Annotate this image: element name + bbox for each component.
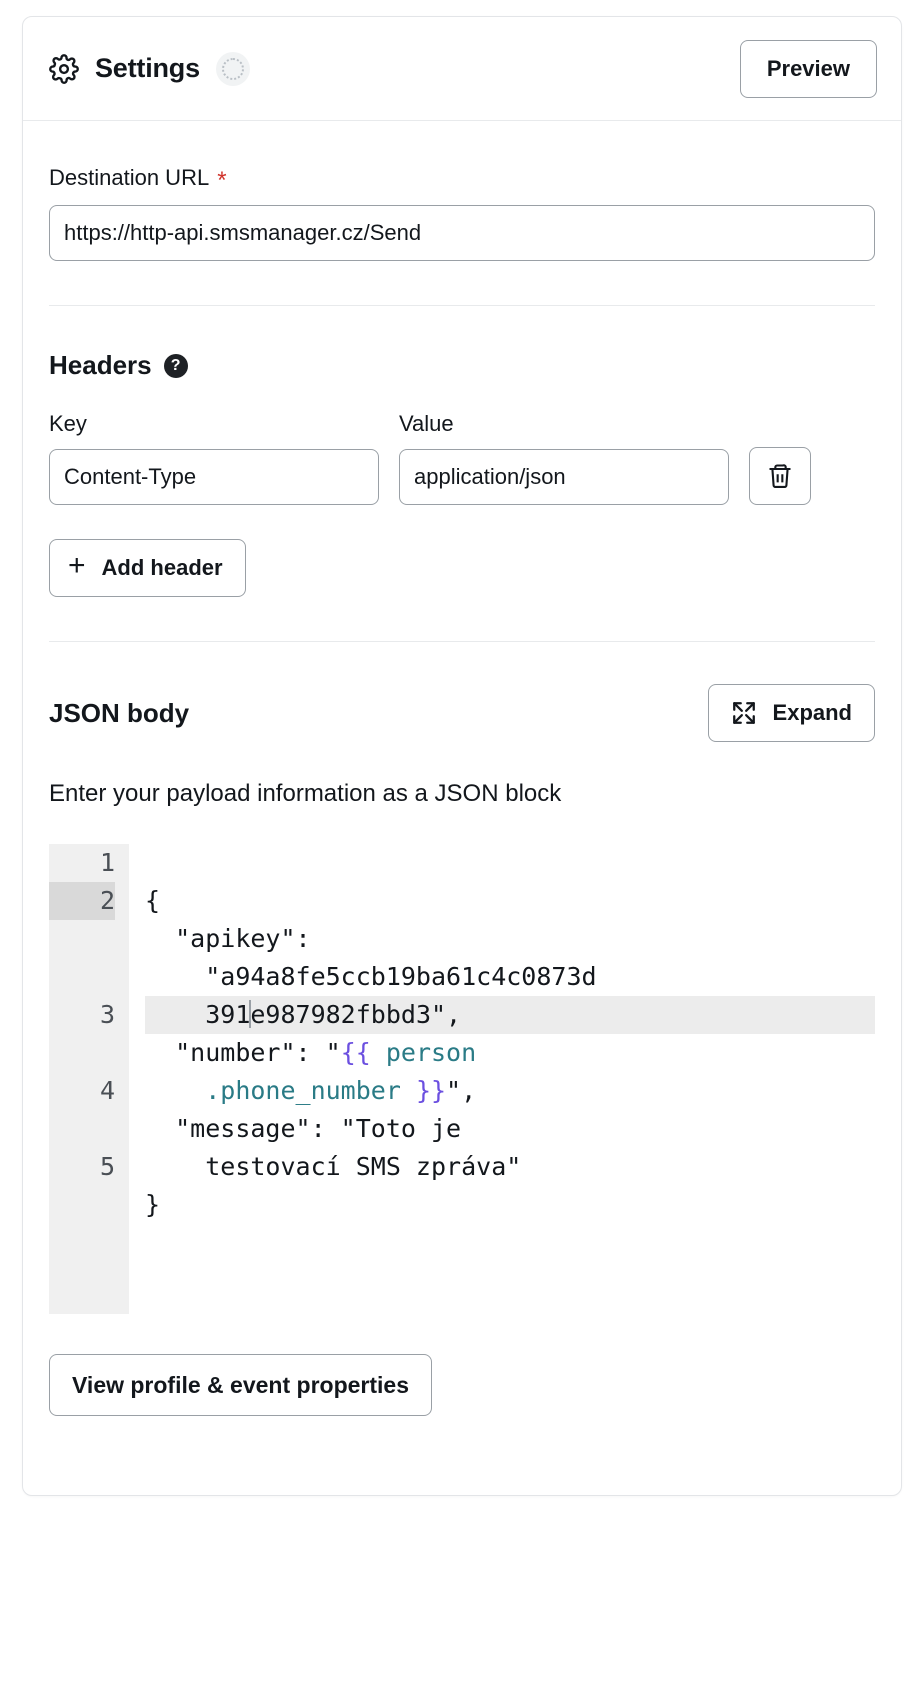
header-value-column: Value — [399, 411, 729, 505]
gear-icon — [49, 53, 79, 84]
json-body-header: JSON body Expand — [49, 642, 875, 742]
header-value-input[interactable] — [399, 449, 729, 505]
value-column-label: Value — [399, 411, 454, 436]
template-variable: .phone_number — [145, 1076, 416, 1105]
template-variable: person — [370, 1038, 477, 1067]
card-footer: View profile & event properties — [49, 1314, 875, 1460]
code-line-3-b: .phone_number }}", — [145, 1072, 875, 1110]
json-body-heading: JSON body — [49, 697, 190, 728]
code-line-1: { — [145, 886, 161, 915]
header-left-group: Settings — [49, 51, 250, 86]
add-header-label: Add header — [101, 555, 223, 580]
header-key-input[interactable] — [49, 449, 379, 505]
code-line-2-value-a: "a94a8fe5ccb19ba61c4c0873d — [145, 962, 597, 991]
editor-gutter: 1 2 3 4 5 — [49, 844, 129, 1314]
line-number: 5 — [99, 1152, 115, 1181]
add-header-button[interactable]: + Add header — [49, 539, 246, 597]
expand-label: Expand — [772, 700, 852, 725]
header-key-column: Key — [49, 411, 379, 505]
editor-code-area[interactable]: { "apikey": "a94a8fe5ccb19ba61c4c0873d 3… — [129, 844, 875, 1314]
line-number: 3 — [99, 1000, 115, 1029]
line-number: 1 — [99, 848, 115, 877]
settings-card: Settings Preview Destination URL * H — [22, 16, 902, 1496]
destination-url-label-text: Destination URL — [49, 165, 210, 190]
code-line-2-value-b: 391e987982fbbd3", — [145, 996, 875, 1034]
code-line-2-key: "apikey": — [145, 924, 311, 953]
key-column-label: Key — [49, 411, 87, 436]
help-icon[interactable]: ? — [163, 353, 188, 378]
json-body-section: JSON body Expand Enter your payload info… — [49, 642, 875, 1314]
trash-icon — [769, 464, 791, 489]
header-row: Key Value — [49, 411, 875, 505]
card-body: Destination URL * Headers ? Key — [23, 121, 901, 1460]
json-body-description: Enter your payload information as a JSON… — [49, 780, 562, 807]
template-close-brace: }} — [415, 1076, 447, 1105]
required-asterisk: * — [217, 167, 227, 194]
preview-button[interactable]: Preview — [739, 39, 877, 98]
code-text: ", — [446, 1076, 477, 1105]
plus-icon: + — [68, 549, 86, 582]
headers-section: Headers ? Key Value — [49, 306, 875, 597]
headers-heading-text: Headers — [49, 350, 152, 380]
loading-spinner-icon — [215, 51, 250, 86]
code-line-4-a: "message": "Toto je — [145, 1114, 462, 1143]
template-open-brace: {{ — [340, 1038, 371, 1067]
code-text: e987982fbbd3", — [250, 1000, 462, 1029]
headers-heading: Headers ? — [49, 350, 875, 381]
page-title: Settings — [95, 53, 200, 83]
destination-url-input[interactable] — [49, 205, 875, 261]
code-line-5: } — [145, 1190, 161, 1219]
code-text: 391 — [145, 1000, 251, 1029]
delete-header-button[interactable] — [749, 447, 811, 505]
destination-url-label: Destination URL * — [49, 165, 875, 194]
code-line-4-b: testovací SMS zpráva" — [145, 1152, 522, 1181]
code-text: "number": " — [145, 1038, 341, 1067]
line-number: 2 — [49, 882, 115, 920]
card-header: Settings Preview — [23, 17, 901, 121]
expand-button[interactable]: Expand — [707, 684, 875, 742]
page-root: Settings Preview Destination URL * H — [0, 0, 924, 1704]
expand-arrows-icon — [732, 702, 755, 724]
line-number: 4 — [99, 1076, 115, 1105]
code-line-3-a: "number": "{{ person — [145, 1034, 875, 1072]
view-profile-properties-button[interactable]: View profile & event properties — [49, 1354, 433, 1416]
json-code-editor[interactable]: 1 2 3 4 5 { "apikey": "a94a8fe5ccb19ba61… — [49, 844, 875, 1314]
destination-url-field: Destination URL * — [49, 121, 875, 261]
